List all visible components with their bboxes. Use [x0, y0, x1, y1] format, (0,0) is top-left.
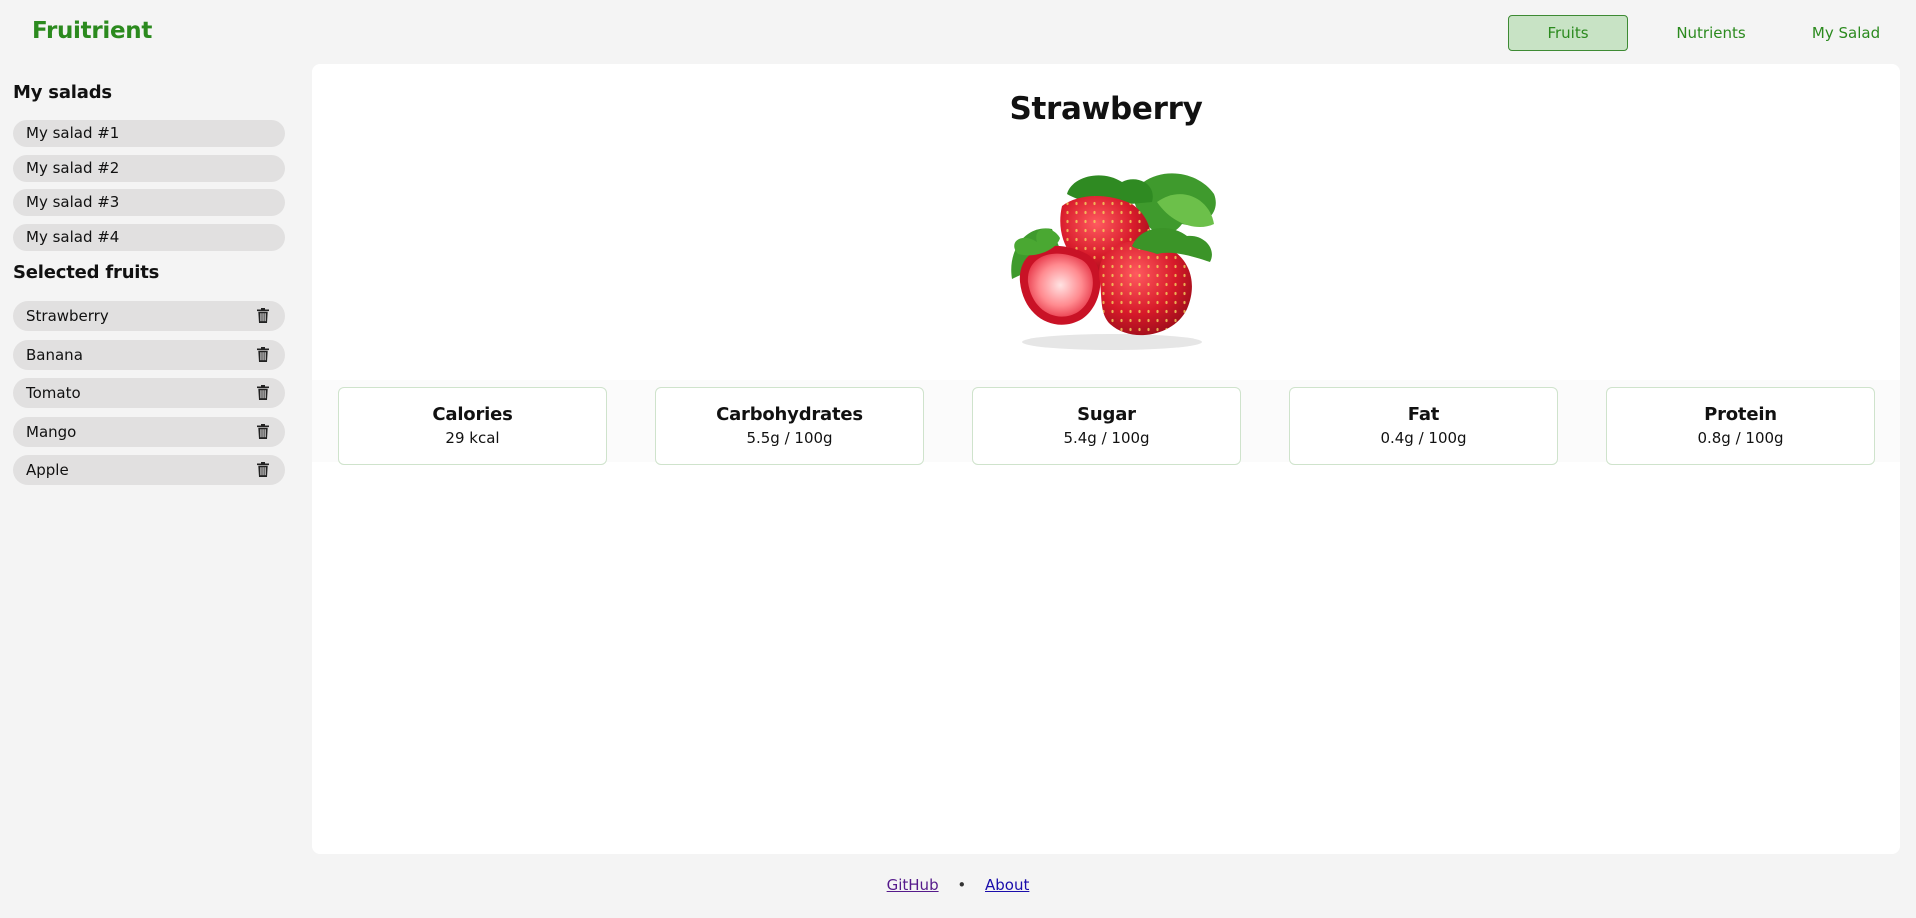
selected-fruit-list: Strawberry Banana Tomato Mango Apple: [13, 301, 285, 486]
nutrient-label: Carbohydrates: [716, 404, 863, 425]
fruit-item-tomato[interactable]: Tomato: [13, 378, 285, 409]
github-link[interactable]: GitHub: [887, 876, 939, 894]
my-salads-heading: My salads: [13, 82, 112, 103]
nutrient-value: 5.5g / 100g: [746, 429, 833, 447]
nutrient-value: 0.8g / 100g: [1697, 429, 1784, 447]
fruit-title: Strawberry: [1009, 91, 1203, 127]
salad-item-4[interactable]: My salad #4: [13, 223, 285, 251]
fruit-detail-panel: Strawberry Calories 29 kcal Carbohydrate…: [312, 64, 1900, 854]
trash-icon[interactable]: [257, 423, 269, 439]
footer: GitHub • About: [0, 876, 1916, 894]
nutrient-value: 0.4g / 100g: [1380, 429, 1467, 447]
nav-nutrients[interactable]: Nutrients: [1656, 15, 1766, 51]
fruit-item-mango[interactable]: Mango: [13, 416, 285, 447]
nutrient-card-protein: Protein 0.8g / 100g: [1606, 387, 1875, 465]
salad-item-1[interactable]: My salad #1: [13, 120, 285, 147]
salad-item-3[interactable]: My salad #3: [13, 189, 285, 216]
fruit-item-label: Mango: [26, 422, 77, 441]
selected-fruits-heading: Selected fruits: [13, 262, 160, 283]
fruit-item-label: Apple: [26, 461, 69, 480]
fruit-item-apple[interactable]: Apple: [13, 455, 285, 486]
fruit-item-banana[interactable]: Banana: [13, 339, 285, 370]
nutrient-card-calories: Calories 29 kcal: [338, 387, 607, 465]
fruit-item-strawberry[interactable]: Strawberry: [13, 301, 285, 331]
nutrient-cards: Calories 29 kcal Carbohydrates 5.5g / 10…: [312, 380, 1900, 465]
nutrient-card-sugar: Sugar 5.4g / 100g: [972, 387, 1241, 465]
fruit-item-label: Banana: [26, 345, 83, 364]
trash-icon[interactable]: [257, 346, 269, 362]
trash-icon[interactable]: [257, 385, 269, 401]
salad-item-2[interactable]: My salad #2: [13, 154, 285, 182]
nutrient-value: 29 kcal: [445, 429, 500, 447]
nutrient-label: Protein: [1704, 404, 1777, 425]
app-logo[interactable]: Fruitrient: [32, 18, 152, 44]
about-link[interactable]: About: [985, 876, 1029, 894]
header: Fruitrient Fruits Nutrients My Salad: [0, 0, 1916, 64]
footer-separator: •: [957, 876, 967, 894]
sidebar: My salads My salad #1 My salad #2 My sal…: [13, 78, 285, 494]
nutrient-card-carbohydrates: Carbohydrates 5.5g / 100g: [655, 387, 924, 465]
strawberry-image: [1011, 173, 1216, 350]
salad-list: My salad #1 My salad #2 My salad #3 My s…: [13, 120, 285, 251]
nav-my-salad[interactable]: My Salad: [1792, 15, 1900, 51]
fruit-item-label: Strawberry: [26, 307, 109, 325]
trash-icon[interactable]: [257, 462, 269, 478]
nutrient-card-fat: Fat 0.4g / 100g: [1289, 387, 1558, 465]
nav-fruits[interactable]: Fruits: [1508, 15, 1628, 51]
nutrient-label: Calories: [432, 404, 513, 425]
nutrient-label: Fat: [1407, 404, 1440, 425]
nutrient-value: 5.4g / 100g: [1063, 429, 1150, 447]
nutrient-label: Sugar: [1077, 404, 1136, 425]
trash-icon[interactable]: [257, 308, 269, 323]
fruit-item-label: Tomato: [26, 384, 81, 403]
